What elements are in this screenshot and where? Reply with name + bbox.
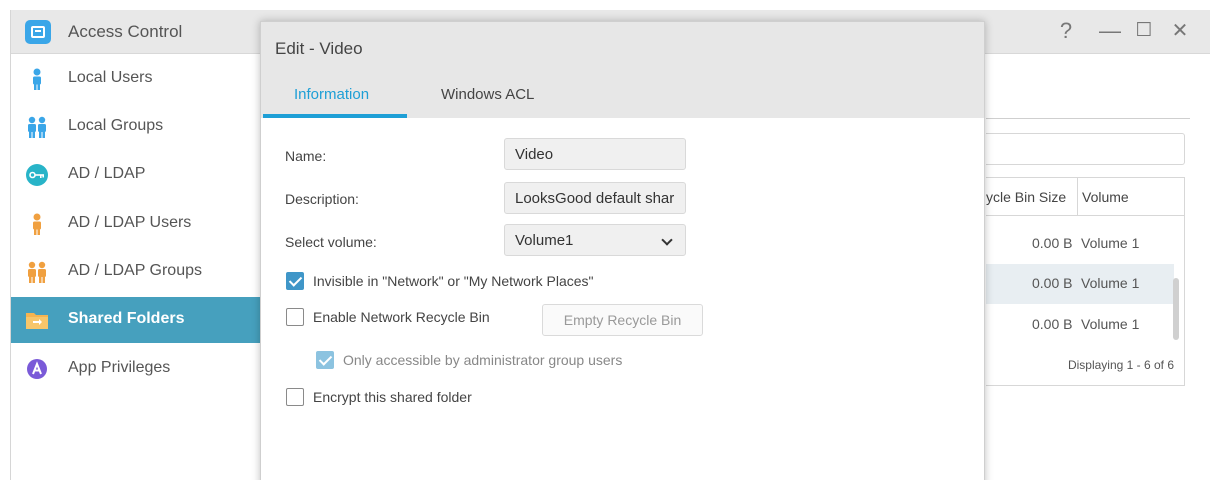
select-volume-label: Select volume: (285, 234, 377, 250)
dialog-header: Edit - Video Information Windows ACL (261, 22, 984, 118)
volume-select[interactable]: Volume1 (504, 224, 686, 256)
column-header-recycle-bin-size[interactable]: ycle Bin Size (986, 178, 1078, 216)
name-field[interactable]: Video (504, 138, 686, 170)
admin-only-label: Only accessible by administrator group u… (343, 352, 623, 368)
recycle-bin-checkbox[interactable] (286, 308, 304, 326)
description-label: Description: (285, 191, 359, 207)
key-icon (26, 164, 48, 186)
table-scrollbar[interactable] (1173, 278, 1179, 340)
sidebar-item-label: Local Groups (68, 117, 164, 134)
edit-dialog: Edit - Video Information Windows ACL Nam… (260, 21, 985, 480)
sidebar-item-shared-folders[interactable]: Shared Folders (11, 297, 261, 343)
sidebar-item-local-groups[interactable]: Local Groups (11, 104, 261, 150)
pagination-info: Displaying 1 - 6 of 6 (1067, 358, 1174, 372)
app-title: Access Control (68, 22, 183, 41)
column-header-volume[interactable]: Volume (1078, 178, 1185, 216)
recycle-bin-label: Enable Network Recycle Bin (313, 309, 490, 325)
sidebar-item-label: App Privileges (68, 359, 171, 376)
group-icon (28, 116, 46, 138)
description-field[interactable]: LooksGood default shar (504, 182, 686, 214)
app-privileges-icon (27, 359, 47, 379)
sidebar-item-label: Local Users (68, 69, 153, 86)
cell-volume: Volume 1 (1081, 235, 1140, 251)
admin-only-checkbox (316, 351, 334, 369)
encrypt-checkbox[interactable] (286, 388, 304, 406)
maximize-button[interactable]: ☐ (1130, 18, 1158, 44)
invisible-network-label: Invisible in "Network" or "My Network Pl… (313, 273, 594, 289)
encrypt-label: Encrypt this shared folder (313, 389, 472, 405)
sidebar: Local Users Local Groups AD / LDAP AD / … (11, 54, 261, 480)
sidebar-item-app-privileges[interactable]: App Privileges (11, 346, 261, 392)
sidebar-item-label: AD / LDAP Groups (68, 262, 202, 279)
sidebar-item-label: AD / LDAP (68, 165, 146, 182)
cell-size: 0.00 B (1032, 275, 1073, 291)
folder-icon (26, 313, 48, 329)
minimize-button[interactable]: — (1096, 18, 1124, 44)
close-button[interactable]: ✕ (1166, 18, 1194, 44)
group-icon (28, 261, 46, 283)
table-row[interactable]: 0.00 B Volume 1 (986, 305, 1174, 345)
shared-folders-panel: ycle Bin Size Volume 0.00 B Volume 1 0.0… (986, 54, 1210, 480)
name-label: Name: (285, 148, 327, 164)
sidebar-item-local-users[interactable]: Local Users (11, 56, 261, 102)
cell-size: 0.00 B (1032, 235, 1073, 251)
empty-recycle-bin-button[interactable]: Empty Recycle Bin (542, 304, 703, 336)
tab-information[interactable]: Information (294, 86, 369, 103)
sidebar-item-ad-ldap-users[interactable]: AD / LDAP Users (11, 201, 261, 247)
search-input[interactable] (986, 133, 1185, 165)
sidebar-item-ad-ldap-groups[interactable]: AD / LDAP Groups (11, 249, 261, 295)
volume-select-value: Volume1 (515, 232, 574, 249)
user-icon (33, 68, 41, 90)
access-control-app-icon (25, 20, 51, 44)
active-tab-indicator (263, 114, 407, 118)
invisible-network-checkbox[interactable] (286, 272, 304, 290)
user-icon (33, 213, 41, 235)
sidebar-item-label: AD / LDAP Users (68, 214, 192, 231)
cell-size: 0.00 B (1032, 316, 1073, 332)
help-button[interactable]: ? (1052, 18, 1080, 44)
cell-volume: Volume 1 (1081, 275, 1140, 291)
table-row[interactable]: 0.00 B Volume 1 (986, 224, 1174, 264)
sidebar-item-label: Shared Folders (68, 310, 185, 327)
dialog-title: Edit - Video (275, 39, 363, 58)
table-row[interactable]: 0.00 B Volume 1 (986, 264, 1174, 304)
tab-divider (986, 118, 1190, 119)
tab-windows-acl[interactable]: Windows ACL (441, 86, 534, 103)
sidebar-item-ad-ldap[interactable]: AD / LDAP (11, 152, 261, 198)
cell-volume: Volume 1 (1081, 316, 1140, 332)
shared-folders-table: ycle Bin Size Volume 0.00 B Volume 1 0.0… (986, 177, 1185, 386)
chevron-down-icon (661, 234, 673, 246)
